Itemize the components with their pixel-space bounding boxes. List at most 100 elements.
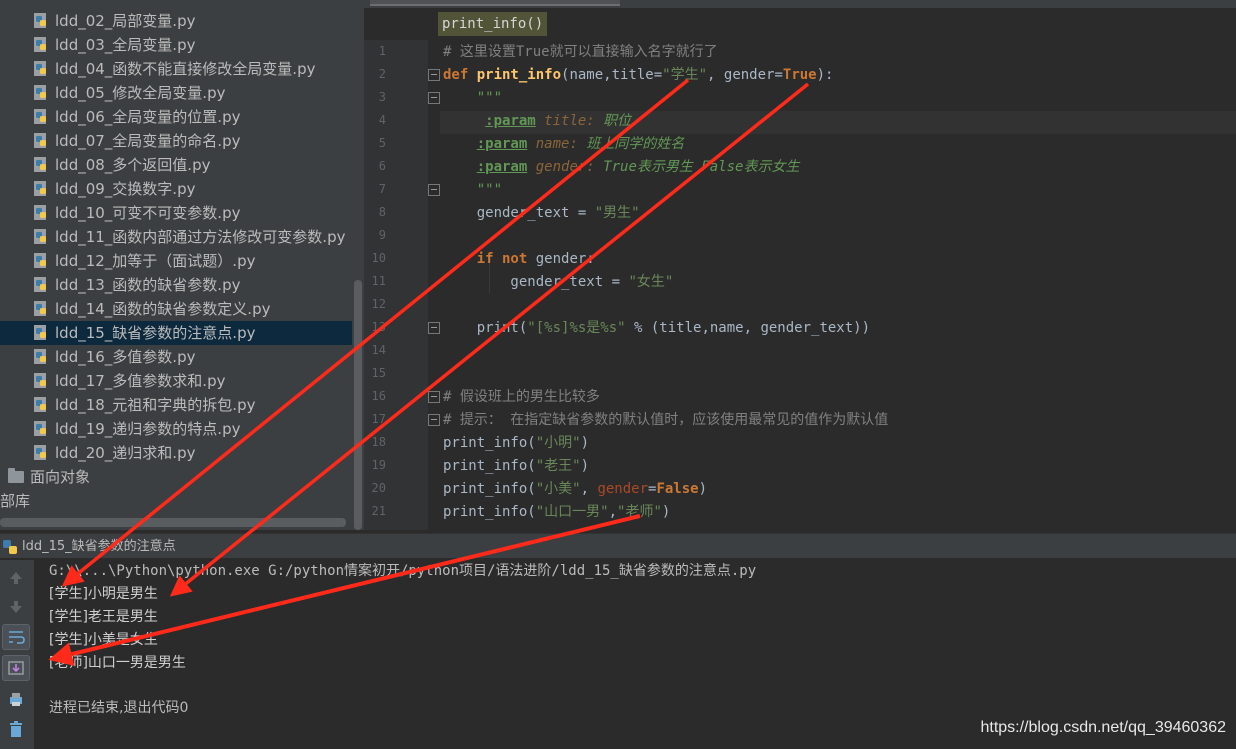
soft-wrap-button[interactable] <box>2 624 30 650</box>
tree-file-item[interactable]: ldd_20_递归求和.py <box>0 441 364 465</box>
line-number: 12 <box>371 297 386 311</box>
python-file-icon <box>34 229 46 244</box>
tree-file-item[interactable]: ldd_02_局部变量.py <box>0 9 364 33</box>
arrow-down-button[interactable] <box>2 593 30 619</box>
code-token: , <box>608 504 618 520</box>
code-token: , gender= <box>707 67 783 83</box>
code-token: "老师" <box>617 504 662 520</box>
tree-file-item[interactable]: ldd_13_函数的缺省参数.py <box>0 273 364 297</box>
line-number: 20 <box>371 481 386 495</box>
scroll-to-end-button[interactable] <box>2 655 30 681</box>
console-exit-message: 进程已结束,退出代码0 <box>49 700 189 716</box>
tree-file-item[interactable]: ldd_08_多个返回值.py <box>0 153 364 177</box>
code-token: if not <box>476 251 536 267</box>
tree-file-item[interactable]: ldd_06_全局变量的位置.py <box>0 105 364 129</box>
tree-file-label: ldd_19_递归参数的特点.py <box>55 420 241 438</box>
trash-button[interactable] <box>2 716 30 742</box>
code-token: (name,title= <box>561 67 663 83</box>
python-file-icon <box>34 421 46 436</box>
line-number: 18 <box>371 435 386 449</box>
python-file-icon <box>34 37 46 52</box>
tree-file-item[interactable]: ldd_10_可变不可变参数.py <box>0 201 364 225</box>
tree-file-item[interactable]: ldd_11_函数内部通过方法修改可变参数.py <box>0 225 364 249</box>
python-file-icon <box>34 181 46 196</box>
code-token: gender_text = <box>443 205 595 221</box>
code-token: :param <box>476 159 528 175</box>
python-file-icon <box>34 13 46 28</box>
line-number: 9 <box>378 228 386 242</box>
code-token: print_info( <box>443 481 536 497</box>
line-number: 13 <box>371 320 386 334</box>
tree-file-label: ldd_10_可变不可变参数.py <box>55 204 241 222</box>
code-token: name: <box>527 136 587 152</box>
trash-icon <box>10 721 22 737</box>
tree-file-item[interactable]: ldd_14_函数的缺省参数定义.py <box>0 297 364 321</box>
code-line: print_info("小美", gender=False) <box>443 478 707 501</box>
python-run-icon <box>3 540 17 554</box>
tree-scroll-thumb[interactable] <box>354 280 362 530</box>
tree-file-item[interactable]: ldd_05_修改全局变量.py <box>0 81 364 105</box>
code-token: 职位 <box>603 113 632 129</box>
code-token: gender <box>597 481 649 497</box>
line-number: 10 <box>371 251 386 265</box>
tree-file-label: ldd_13_函数的缺省参数.py <box>55 276 241 294</box>
tree-file-item[interactable]: ldd_07_全局变量的命名.py <box>0 129 364 153</box>
code-line: # 提示： 在指定缺省参数的默认值时，应该使用最常见的值作为默认值 <box>443 409 888 432</box>
tree-file-item[interactable]: ldd_15_缺省参数的注意点.py <box>0 321 364 345</box>
tree-file-label: ldd_03_全局变量.py <box>55 36 196 54</box>
code-line: """ <box>443 179 502 202</box>
code-token: gender: <box>527 159 604 175</box>
tree-file-item[interactable]: ldd_18_元祖和字典的拆包.py <box>0 393 364 417</box>
python-file-icon <box>34 109 46 124</box>
fold-marker[interactable] <box>428 184 440 196</box>
tree-horizontal-scrollbar[interactable] <box>0 518 346 527</box>
tree-folder[interactable]: 面向对象 <box>0 465 364 489</box>
code-token: :param <box>485 113 536 129</box>
breadcrumb[interactable]: print_info() <box>438 12 548 36</box>
python-file-icon <box>34 277 46 292</box>
code-line: gender_text = "男生" <box>443 202 640 225</box>
tree-file-label: ldd_07_全局变量的命名.py <box>55 132 241 150</box>
code-editor[interactable]: print_info() 1 2 3 4 5 6 7 8 9 10 11 12 13 14 15 16 17 18… <box>364 0 1236 530</box>
code-token: True <box>782 67 817 83</box>
arrow-up-button[interactable] <box>2 564 30 590</box>
fold-marker[interactable] <box>428 391 440 403</box>
python-file-icon <box>34 61 46 76</box>
tree-file-item[interactable]: ldd_12_加等于（面试题）.py <box>0 249 364 273</box>
tree-file-item[interactable]: ldd_09_交换数字.py <box>0 177 364 201</box>
tree-file-item[interactable]: ldd_03_全局变量.py <box>0 33 364 57</box>
tree-file-item[interactable]: ldd_04_函数不能直接修改全局变量.py <box>0 57 364 81</box>
python-file-icon <box>34 397 46 412</box>
code-token: ) <box>661 504 671 520</box>
tree-file-label: ldd_12_加等于（面试题）.py <box>55 252 256 270</box>
python-file-icon <box>34 85 46 100</box>
line-number: 16 <box>371 389 386 403</box>
tree-file-item[interactable]: ldd_17_多值参数求和.py <box>0 369 364 393</box>
fold-marker[interactable] <box>428 322 440 334</box>
code-token: False <box>656 481 699 497</box>
code-line: print_info("老王") <box>443 455 589 478</box>
code-token: # 假设班上的男生比较多 <box>443 389 600 405</box>
code-line: gender_text = "女生" <box>443 271 673 294</box>
console-output-line: [老师]山口一男是男生 <box>49 655 186 671</box>
tree-file-item[interactable]: ldd_19_递归参数的特点.py <box>0 417 364 441</box>
code-token: # 提示： 在指定缺省参数的默认值时，应该使用最常见的值作为默认值 <box>443 412 889 428</box>
editor-tab[interactable] <box>370 0 620 6</box>
python-file-icon <box>34 205 46 220</box>
code-line: print_info("山口一男","老师") <box>443 501 670 524</box>
fold-marker[interactable] <box>428 414 440 426</box>
fold-marker[interactable] <box>428 69 440 81</box>
code-token: gender_text = <box>443 274 629 290</box>
tree-file-item[interactable]: ldd_16_多值参数.py <box>0 345 364 369</box>
code-line: if not gender: <box>443 248 595 271</box>
line-number: 6 <box>378 159 386 173</box>
tree-partial-item[interactable]: 部库 <box>0 489 364 513</box>
tree-file-label: ldd_20_递归求和.py <box>55 444 196 462</box>
code-token: "女生" <box>628 274 674 290</box>
print-button[interactable] <box>2 686 30 712</box>
run-tab-label[interactable]: ldd_15_缺省参数的注意点 <box>22 534 176 559</box>
fold-marker[interactable] <box>428 92 440 104</box>
code-token: % (title,name, gender_text)) <box>625 320 871 336</box>
python-file-icon <box>34 133 46 148</box>
